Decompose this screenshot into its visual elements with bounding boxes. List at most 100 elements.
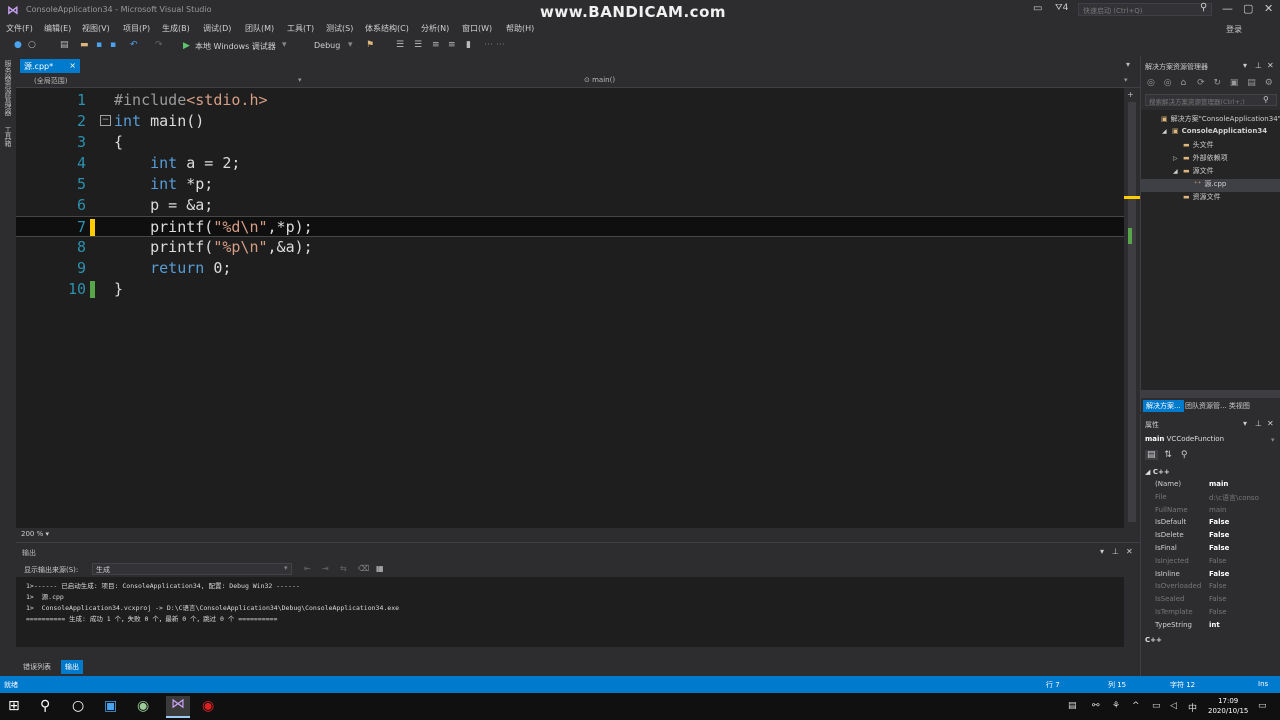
code-line[interactable]: 9 return 0; xyxy=(16,258,1124,279)
expand-arrow-icon[interactable]: ▷ xyxy=(1173,155,1183,162)
app-icon[interactable]: ▣ xyxy=(104,698,117,714)
property-row[interactable]: TypeString int xyxy=(1141,621,1280,634)
open-file-icon[interactable]: ▬ xyxy=(80,40,89,50)
property-row[interactable]: IsDefault False xyxy=(1141,518,1280,531)
solution-search-input[interactable]: 搜索解决方案资源管理器(Ctrl+;) xyxy=(1145,94,1277,106)
alphabetical-icon[interactable]: ⇅ xyxy=(1164,450,1172,460)
code-line[interactable]: 3{ xyxy=(16,132,1124,153)
property-row[interactable]: FullName main xyxy=(1141,506,1280,519)
windows-start-icon[interactable]: ⊞ xyxy=(8,698,20,714)
tree-item[interactable]: ◢ ▬ 源文件 xyxy=(1141,166,1280,179)
solution-hscrollbar[interactable] xyxy=(1141,390,1280,398)
expand-arrow-icon[interactable]: ◢ xyxy=(1173,168,1183,175)
quick-launch-input[interactable]: 快速启动 (Ctrl+Q) xyxy=(1078,3,1212,16)
zoom-select[interactable]: 200 % ▾ xyxy=(21,530,49,538)
menu-analyze[interactable]: 分析(N) xyxy=(421,23,449,34)
tab-dropdown-icon[interactable]: ▾ xyxy=(1126,60,1130,69)
save-icon[interactable]: ▪ xyxy=(96,40,102,50)
find-in-files-icon[interactable]: ⚑ xyxy=(366,40,374,50)
sync-icon[interactable]: ⟳ xyxy=(1197,78,1205,88)
refresh-icon[interactable]: ↻ xyxy=(1213,78,1221,88)
maximize-button[interactable]: ▢ xyxy=(1243,2,1253,15)
function-select[interactable]: ⊙ main() xyxy=(584,76,615,84)
volume-icon[interactable]: ◁ xyxy=(1170,701,1177,711)
clear-all-icon[interactable]: ⌫ xyxy=(358,564,369,573)
menu-debug[interactable]: 调试(D) xyxy=(203,23,231,34)
show-all-icon[interactable]: ▤ xyxy=(1247,78,1256,88)
action-center-icon[interactable]: ▭ xyxy=(1258,701,1267,711)
uncomment-icon[interactable]: ≡ xyxy=(448,40,456,50)
property-row[interactable]: IsDelete False xyxy=(1141,531,1280,544)
property-row[interactable]: IsInjected False xyxy=(1141,557,1280,570)
menu-tools[interactable]: 工具(T) xyxy=(287,23,314,34)
tree-item[interactable]: ▷ ▬ 外部依赖项 xyxy=(1141,153,1280,166)
property-row[interactable]: (Name) main xyxy=(1141,480,1280,493)
new-project-icon[interactable]: ▤ xyxy=(60,40,69,50)
chevron-down-icon[interactable]: ▾ xyxy=(1100,547,1104,556)
visual-studio-taskbar-icon[interactable]: ⋈ xyxy=(166,696,190,718)
chevron-down-icon[interactable]: ▾ xyxy=(1124,76,1128,84)
code-line[interactable]: 8 printf("%p\n",&a); xyxy=(16,237,1124,258)
server-explorer-tab[interactable]: 服务器资源管理器 xyxy=(3,60,13,116)
scrollbar-thumb[interactable] xyxy=(1128,102,1136,522)
start-debugging-icon[interactable]: ▶ xyxy=(183,41,190,51)
split-icon[interactable]: + xyxy=(1127,90,1134,99)
find-icon[interactable]: ⇆ xyxy=(340,564,347,573)
close-window-button[interactable]: ✕ xyxy=(1264,2,1273,15)
property-row[interactable]: IsInline False xyxy=(1141,570,1280,583)
collapse-icon[interactable]: ▣ xyxy=(1230,78,1239,88)
ime-icon[interactable]: 中 xyxy=(1188,701,1197,714)
tray-icon[interactable]: ▤ xyxy=(1068,701,1077,711)
output-scrollbar[interactable] xyxy=(1124,577,1140,647)
toolbox-tab[interactable]: 工具箱 xyxy=(3,126,13,147)
close-icon[interactable]: ✕ xyxy=(1267,419,1274,428)
code-line[interactable]: 1 #include<stdio.h> xyxy=(16,90,1124,111)
menu-edit[interactable]: 编辑(E) xyxy=(44,23,71,34)
tab-source-cpp[interactable]: 源.cpp* × xyxy=(20,59,80,73)
login-link[interactable]: 登录 xyxy=(1226,24,1242,35)
chevron-down-icon[interactable]: ▾ xyxy=(284,564,288,572)
start-debugger-button[interactable]: 本地 Windows 调试器 xyxy=(195,41,276,52)
back-icon[interactable]: ● xyxy=(14,40,22,50)
property-row[interactable]: IsSealed False xyxy=(1141,595,1280,608)
feedback-flag-icon[interactable]: ⛛4 xyxy=(1055,3,1068,13)
chevron-down-icon[interactable]: ▾ xyxy=(298,76,302,84)
bookmark-icon[interactable]: ▮ xyxy=(466,40,471,50)
expand-arrow-icon[interactable]: ◢ xyxy=(1162,128,1172,135)
network-icon[interactable]: ▭ xyxy=(1152,701,1161,711)
tab-output[interactable]: 输出 xyxy=(61,660,83,674)
home-icon[interactable]: ⌂ xyxy=(1180,78,1186,88)
chevron-down-icon[interactable]: ▾ xyxy=(348,40,353,50)
toolbar-icon[interactable]: ☰ xyxy=(414,40,422,50)
pin-icon[interactable]: ⊥ xyxy=(1112,547,1119,556)
tree-item[interactable]: ⁺⁺ 源.cpp xyxy=(1141,179,1280,192)
properties-object-select[interactable]: main VCCodeFunction xyxy=(1145,435,1224,443)
toolbar-icon[interactable]: ⋯ ⋯ xyxy=(484,40,505,50)
tree-item[interactable]: ▬ 资源文件 xyxy=(1141,192,1280,205)
menu-test[interactable]: 测试(S) xyxy=(326,23,353,34)
forward-icon[interactable]: ◎ xyxy=(1164,78,1172,88)
menu-project[interactable]: 项目(P) xyxy=(123,23,150,34)
tree-item[interactable]: ◢ ▣ ConsoleApplication34 xyxy=(1141,127,1280,140)
notification-icon[interactable]: ▭ xyxy=(1033,3,1042,14)
close-icon[interactable]: ✕ xyxy=(1126,547,1133,556)
back-icon[interactable]: ◎ xyxy=(1147,78,1155,88)
properties-icon[interactable]: ⚙ xyxy=(1265,78,1273,88)
undo-icon[interactable]: ↶ xyxy=(130,40,138,50)
code-line[interactable]: 4 int a = 2; xyxy=(16,153,1124,174)
output-source-select[interactable]: 生成 xyxy=(92,563,292,575)
property-pages-icon[interactable]: ⚲ xyxy=(1181,450,1188,460)
chevron-down-icon[interactable]: ▾ xyxy=(1243,419,1247,428)
pin-icon[interactable]: ⊥ xyxy=(1255,419,1262,428)
tray-icon[interactable]: ⚘ xyxy=(1112,701,1120,711)
menu-view[interactable]: 视图(V) xyxy=(82,23,110,34)
word-wrap-icon[interactable]: ▦ xyxy=(376,564,384,573)
property-row[interactable]: IsFinal False xyxy=(1141,544,1280,557)
menu-window[interactable]: 窗口(W) xyxy=(462,23,492,34)
chevron-down-icon[interactable]: ▾ xyxy=(1271,436,1275,444)
menu-team[interactable]: 团队(M) xyxy=(245,23,274,34)
scope-select[interactable]: (全局范围) xyxy=(34,76,67,86)
property-row[interactable]: File d:\c语言\conso xyxy=(1141,493,1280,506)
code-line[interactable]: 6 p = &a; xyxy=(16,195,1124,216)
search-icon[interactable]: ⚲ xyxy=(1263,95,1269,104)
